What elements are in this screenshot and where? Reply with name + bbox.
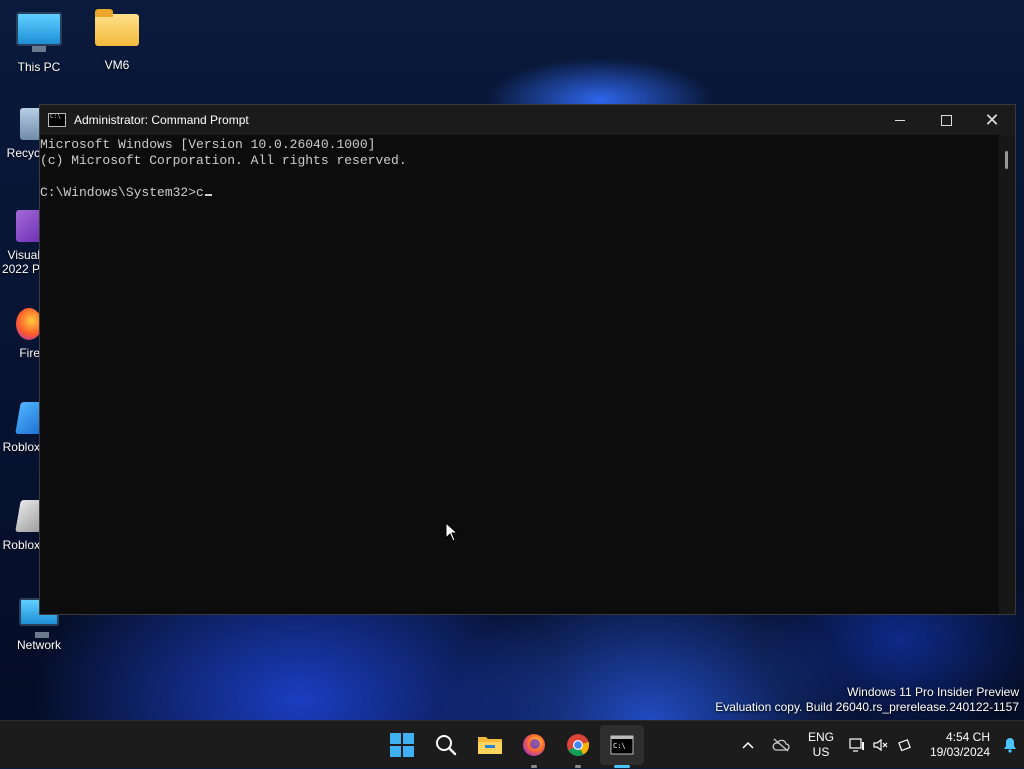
desktop-icon-label: Recyc [6,146,40,160]
chrome-icon [567,734,589,756]
language-indicator[interactable]: ENG US [798,721,844,769]
cloud-offline-icon [772,738,790,752]
close-icon: ✕ [984,110,1000,130]
desktop-icon-label: VM6 [104,58,130,72]
maximize-icon [940,114,952,126]
window-controls: ✕ [877,105,1015,135]
clock-date: 19/03/2024 [929,745,990,759]
windows-start-icon [390,733,414,757]
console-prompt-line: C:\Windows\System32>c [40,185,999,201]
command-prompt-window[interactable]: Administrator: Command Prompt ✕ Microsof… [39,104,1016,615]
clock[interactable]: 4:54 CH 19/03/2024 [918,721,996,769]
desktop-icon-label: Visual [7,248,40,262]
chrome-taskbar-button[interactable] [556,721,600,769]
console-output[interactable]: Microsoft Windows [Version 10.0.26040.10… [40,135,999,614]
file-explorer-button[interactable] [468,721,512,769]
console-line: Microsoft Windows [Version 10.0.26040.10… [40,137,376,152]
scrollbar-thumb[interactable] [1005,151,1008,169]
system-tray: ENG US 4:54 CH 19/03/2024 [732,721,1024,769]
desktop-icon-firefox[interactable]: Fire [0,308,44,360]
desktop-icon-roblox-studio[interactable]: Roblox [0,500,44,552]
desktop-icon-roblox[interactable]: Roblox [0,402,44,454]
desktop-icon-label: Fire [19,346,40,360]
window-titlebar[interactable]: Administrator: Command Prompt ✕ [40,105,1015,135]
close-button[interactable]: ✕ [969,105,1015,135]
desktop-icon-label: This PC [17,60,61,74]
watermark-build: Evaluation copy. Build 26040.rs_prerelea… [715,700,1019,714]
bell-icon [1004,738,1016,753]
command-prompt-taskbar-button[interactable]: C:\ [600,725,644,768]
vertical-scrollbar[interactable] [999,135,1015,614]
firefox-taskbar-button[interactable] [512,721,556,769]
minimize-icon [895,119,905,121]
start-button[interactable] [380,721,424,769]
keyboard-layout: US [812,745,830,759]
windows-watermark: Windows 11 Pro Insider Preview Evaluatio… [715,685,1019,715]
desktop-icon-visual-studio[interactable]: Visual 2022 P [0,210,44,276]
taskbar: C:\ ENG US 4:54 CH 19/03/2024 [0,720,1024,768]
cmd-icon [48,113,66,127]
notifications-button[interactable] [996,721,1024,769]
show-hidden-icons-button[interactable] [732,721,764,769]
command-prompt-icon: C:\ [610,735,634,755]
search-button[interactable] [424,721,468,769]
file-explorer-icon [478,737,502,754]
folder-icon [95,9,139,46]
desktop-icon-this-pc[interactable]: This PC [1,12,77,74]
mouse-pointer-icon [445,522,459,542]
chevron-up-icon [742,741,754,749]
minimize-button[interactable] [877,105,923,135]
clock-time: 4:54 CH [945,730,990,744]
onedrive-button[interactable] [764,721,798,769]
console-line: (c) Microsoft Corporation. All rights re… [40,153,407,168]
network-icon [849,738,864,752]
desktop-icon-label: Roblox [2,440,40,454]
desktop-icon-label-line2: 2022 P [1,262,40,276]
window-title: Administrator: Command Prompt [74,113,249,127]
maximize-button[interactable] [923,105,969,135]
language-code: ENG [807,730,834,744]
watermark-edition: Windows 11 Pro Insider Preview [847,685,1019,699]
svg-text:C:\: C:\ [613,742,626,750]
quick-settings-button[interactable] [844,721,918,769]
search-icon [436,735,457,756]
desktop-icon-vm6[interactable]: VM6 [79,9,155,72]
desktop-icon-label: Roblox [2,538,40,552]
desktop-icon-recycle-bin[interactable]: Recyc [0,108,44,160]
battery-icon [898,739,911,752]
taskbar-apps: C:\ [380,721,644,769]
volume-muted-icon [873,738,888,752]
firefox-icon [523,734,545,756]
monitor-icon [16,12,62,52]
desktop-icon-label: Network [16,638,61,652]
console-prompt: C:\Windows\System32>c [40,185,204,200]
text-cursor [204,194,212,196]
